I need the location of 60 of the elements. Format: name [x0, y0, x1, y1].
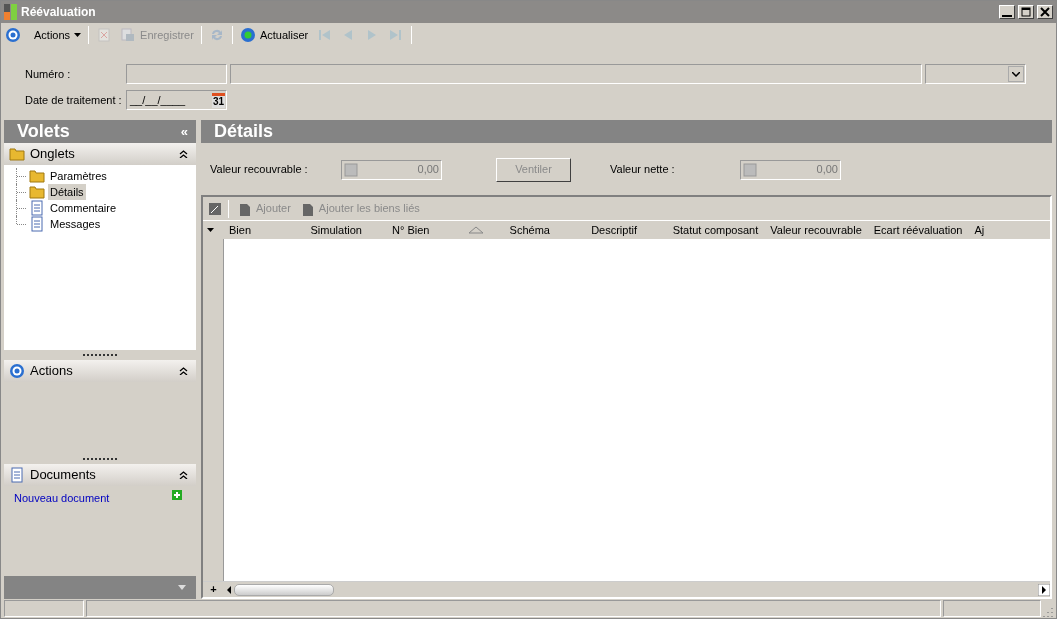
column-header[interactable]: Ecart réévaluation	[867, 221, 969, 239]
collapse-chevron-icon[interactable]	[179, 471, 188, 479]
close-icon	[1040, 7, 1050, 17]
collapse-button[interactable]: «	[180, 121, 188, 142]
folder-icon	[29, 168, 45, 184]
dropdown-field[interactable]	[925, 64, 1026, 84]
scroll-right-icon[interactable]	[1038, 583, 1050, 596]
column-header[interactable]: Simulation	[304, 221, 387, 239]
column-header[interactable]: Descriptif	[585, 221, 667, 239]
actions-icon	[9, 363, 25, 379]
minimize-button[interactable]	[999, 5, 1015, 19]
tree-item[interactable]: Détails	[48, 183, 86, 201]
add-row-button[interactable]: +	[203, 581, 224, 598]
first-icon	[316, 27, 333, 43]
refresh-icon	[239, 27, 256, 43]
column-header[interactable]: Valeur recouvrable	[764, 221, 868, 239]
column-header[interactable]: N° Bien	[386, 221, 468, 239]
tree-item[interactable]: Commentaire	[48, 199, 119, 217]
document-icon	[9, 467, 25, 483]
add-icon[interactable]	[172, 490, 182, 500]
collapse-chevron-icon[interactable]	[179, 367, 188, 375]
column-header[interactable]: Aj	[968, 221, 1050, 239]
document-icon	[29, 200, 45, 216]
new-document-link[interactable]: Nouveau document	[14, 490, 110, 507]
field-label: Numéro :	[25, 66, 72, 82]
caret-icon	[74, 33, 82, 37]
collapse-chevron-icon[interactable]	[179, 150, 188, 158]
folder-icon	[29, 184, 45, 200]
panel-title: Volets	[17, 120, 70, 143]
column-header[interactable]: Statut composant	[666, 221, 765, 239]
actions-menu-button[interactable]: Actions	[31, 25, 85, 45]
field-label: Valeur nette :	[610, 162, 676, 178]
scrollbar-thumb[interactable]	[234, 583, 334, 596]
delete-icon	[96, 27, 113, 43]
spin-icon	[344, 162, 358, 177]
field-label: Date de traitement :	[25, 92, 123, 108]
app-logo-icon	[4, 4, 18, 20]
calendar-icon[interactable]: 31	[211, 92, 225, 108]
window-title: Réévaluation	[21, 4, 96, 21]
description-field[interactable]	[230, 64, 922, 84]
field-label: Valeur recouvrable :	[210, 162, 309, 178]
document-icon	[29, 216, 45, 232]
tree-item[interactable]: Paramètres	[48, 167, 109, 185]
dropdown-arrow-icon[interactable]	[178, 585, 186, 590]
column-header[interactable]: Bien	[223, 221, 305, 239]
spin-icon	[743, 162, 757, 177]
column-header[interactable]: Schéma	[503, 221, 586, 239]
date-field[interactable]: __/__/____ 31	[126, 90, 227, 110]
panel-title: Détails	[214, 120, 274, 143]
maximize-button[interactable]	[1018, 5, 1034, 19]
save-icon	[120, 27, 137, 43]
tree-item[interactable]: Messages	[48, 215, 103, 233]
sort-icon[interactable]	[467, 226, 484, 234]
actions-icon[interactable]	[5, 27, 21, 43]
folder-icon	[9, 146, 25, 162]
number-field[interactable]	[126, 64, 227, 84]
minimize-icon	[1002, 14, 1012, 17]
maximize-icon	[1021, 7, 1031, 17]
close-button[interactable]	[1037, 5, 1053, 19]
refresh-button[interactable]: Actualiser	[236, 25, 312, 45]
